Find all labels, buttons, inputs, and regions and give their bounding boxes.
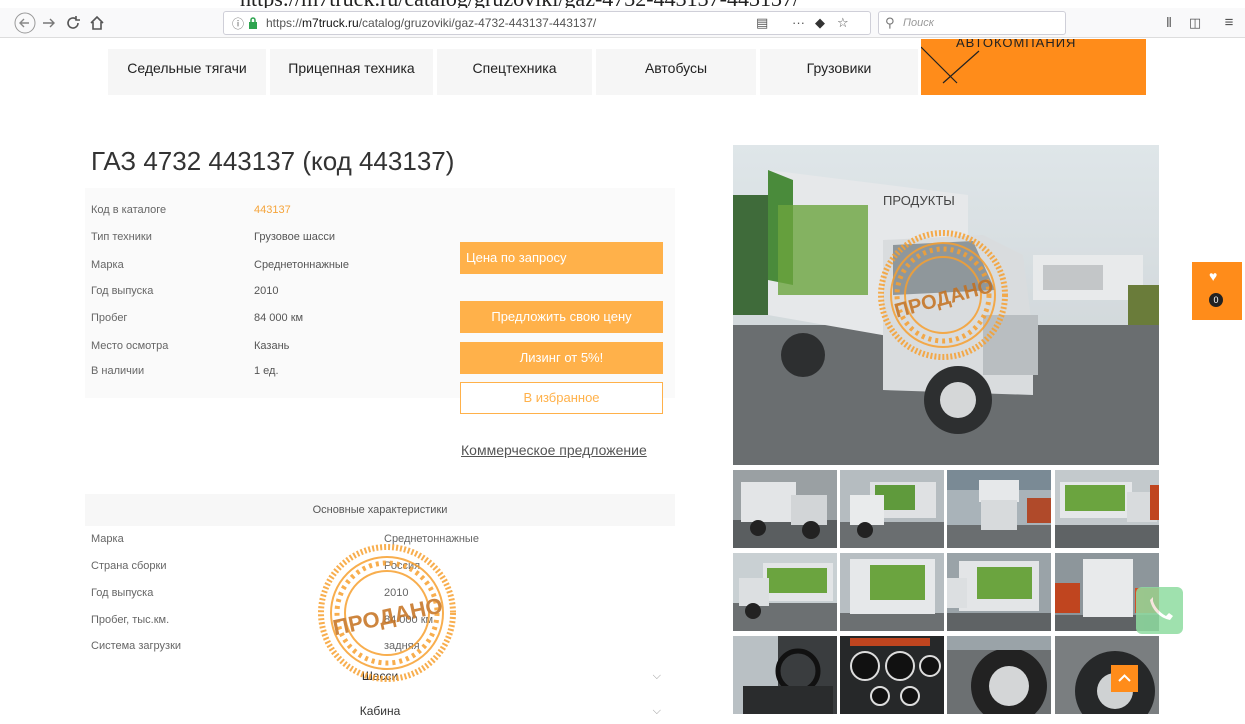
thumbnail[interactable] [947,470,1051,548]
thumbnail[interactable] [733,553,837,631]
thumbnail[interactable] [1055,470,1159,548]
site-nav: Седельные тягачи Прицепная техника Спецт… [0,38,1245,98]
nav-item-trucks[interactable]: Грузовики [760,49,918,95]
info-icon[interactable]: ⓘ [232,15,244,32]
spec-label: Пробег [91,312,128,324]
search-icon: ⚲ [885,15,895,30]
char-label: Марка [91,533,124,545]
accordion-cabin[interactable]: Кабина ⌵ [85,697,675,724]
add-favorite-button[interactable]: В избранное [460,382,663,414]
spec-value: 2010 [254,285,279,297]
spec-label: Год выпуска [91,285,154,297]
price-request-button[interactable]: Цена по запросу [460,242,663,274]
chevron-down-icon: ⌵ [652,705,661,717]
nav-item-semi-trucks[interactable]: Седельные тягачи [108,49,266,95]
leasing-button[interactable]: Лизинг от 5%! [460,342,663,374]
menu-icon[interactable]: ≡ [1218,12,1240,34]
lock-icon [249,17,257,29]
char-label: Год выпуска [91,587,154,599]
page-title: ГАЗ 4732 443137 (код 443137) [91,146,455,176]
favorites-widget[interactable]: ♥ 0 [1192,262,1242,320]
thumbnail[interactable] [733,636,837,714]
spec-value: 84 000 км [254,312,304,324]
thumbnail[interactable] [947,636,1051,714]
url-text[interactable]: https://m7truck.ru/catalog/gruzoviki/gaz… [266,16,596,30]
nav-item-trailers[interactable]: Прицепная техника [270,49,433,95]
top-overlay: https://m7truck.ru/catalog/gruzoviki/gaz… [0,0,1245,8]
reader-icon[interactable]: ▤ [756,15,768,31]
call-button[interactable] [1136,587,1183,634]
characteristics-header: Основные характеристики [85,494,675,526]
search-input[interactable]: ⚲ Поиск [878,11,1066,35]
home-icon[interactable] [86,12,108,34]
back-icon[interactable] [14,12,36,34]
thumbnail[interactable] [733,470,837,548]
commercial-offer-link[interactable]: Коммерческое предложение [461,442,647,458]
thumbnail[interactable] [840,553,944,631]
spec-value: Грузовое шасси [254,231,335,243]
spec-label: Место осмотра [91,340,169,352]
spec-value: Казань [254,340,290,352]
spec-value: Среднетоннажные [254,259,349,271]
spec-label: Тип техники [91,231,152,243]
reload-icon[interactable] [62,12,84,34]
thumbnail[interactable] [840,470,944,548]
thumbnail[interactable] [840,636,944,714]
url-bar[interactable]: ⓘ https://m7truck.ru/catalog/gruzoviki/g… [223,11,871,35]
chevron-down-icon: ⌵ [652,670,661,682]
chevron-up-icon [1118,674,1131,682]
logo-cross-icon [921,46,980,84]
thumbnail[interactable] [947,553,1051,631]
nav-item-buses[interactable]: Автобусы [596,49,756,95]
phone-icon [1150,597,1173,620]
bookmark-star-icon[interactable]: ☆ [837,15,849,31]
spec-code-link[interactable]: 443137 [254,204,291,216]
browser-toolbar: ⓘ https://m7truck.ru/catalog/gruzoviki/g… [0,8,1245,38]
sold-stamp-icon: ПРОДАНО [318,544,456,682]
main-photo[interactable]: ПРОДУКТЫ ПРОДАНО [733,145,1159,465]
offer-price-button[interactable]: Предложить свою цену [460,301,663,333]
accordion-label: Кабина [359,704,401,718]
sidebar-icon[interactable]: ◫ [1184,12,1206,34]
favorites-count: 0 [1209,293,1223,307]
spec-label: В наличии [91,365,145,377]
search-placeholder: Поиск [903,17,934,29]
forward-icon[interactable] [38,12,60,34]
char-label: Система загрузки [91,640,182,652]
scroll-up-button[interactable] [1111,665,1138,692]
library-icon[interactable]: ⫴ [1158,12,1180,34]
char-label: Страна сборки [91,560,167,572]
heart-icon: ♥ [1209,268,1218,284]
nav-logo-block[interactable]: АВТОКОМПАНИЯ [921,39,1146,95]
spec-label: Код в каталоге [91,204,167,216]
thumbnail[interactable] [1055,636,1159,714]
truck-sign: ПРОДУКТЫ [883,193,955,208]
char-label: Пробег, тыс.км. [91,614,170,626]
top-overlay-text: https://m7truck.ru/catalog/gruzoviki/gaz… [240,0,799,8]
spec-label: Марка [91,259,124,271]
nav-item-special[interactable]: Спецтехника [437,49,592,95]
spec-value: 1 ед. [254,365,279,377]
more-icon[interactable]: ··· [792,15,805,30]
pocket-icon[interactable]: ◆ [815,15,825,31]
